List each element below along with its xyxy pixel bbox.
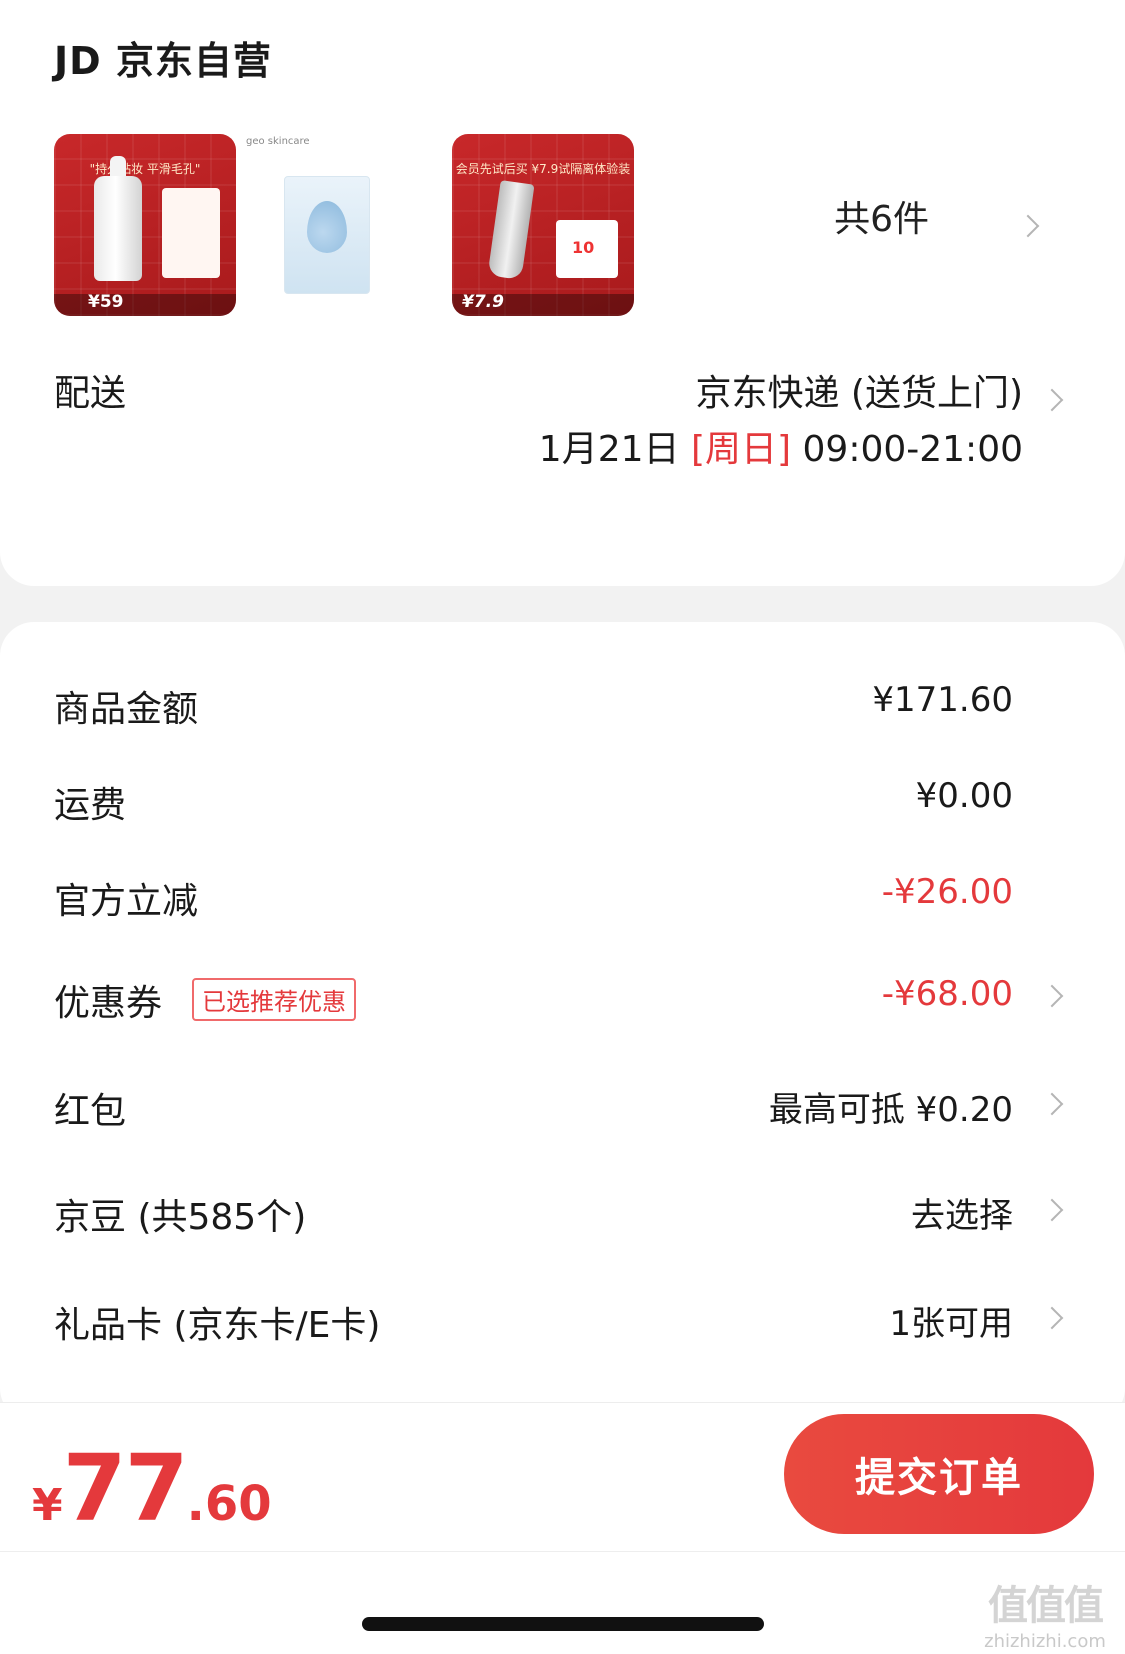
serum-bottle-icon	[94, 176, 142, 281]
summary-label-coupon[interactable]: 优惠券	[54, 974, 162, 1026]
summary-label-official-discount: 官方立减	[54, 881, 199, 922]
thumbnail-headline: 会员先试后买 ¥7.9试隔离体验装	[455, 162, 631, 176]
delivery-schedule[interactable]: 1月21日 [周日] 09:00-21:00	[539, 420, 1023, 472]
order-store-card: JD 京东自营 "持久贴妆 平滑毛孔" ¥59 geo skincare 会员先…	[0, 0, 1125, 586]
delivery-time: 09:00-21:00	[802, 429, 1023, 470]
summary-label-gift-card[interactable]: 礼品卡 (京东卡/E卡)	[54, 1296, 380, 1348]
thumbnail-price: ¥7.9	[462, 292, 504, 312]
checkout-footer: ¥77.60 提交订单 值值值 zhizhizhi.com	[0, 1402, 1125, 1654]
delivery-weekday: [周日]	[690, 429, 792, 470]
chevron-right-icon[interactable]	[1016, 214, 1040, 238]
watermark-text: zhizhizhi.com	[984, 1631, 1106, 1652]
product-info-card	[162, 188, 220, 278]
total-integer: 77	[62, 1435, 189, 1542]
total-currency: ¥	[32, 1480, 63, 1531]
delivery-method[interactable]: 京东快递 (送货上门)	[695, 364, 1023, 416]
coupon-card: 10	[556, 220, 618, 278]
product-thumbnail-3[interactable]: 会员先试后买 ¥7.9试隔离体验装 10 ¥7.9	[452, 134, 634, 316]
delivery-label: 配送	[54, 373, 127, 414]
divider	[0, 1551, 1125, 1552]
summary-value-jd-beans[interactable]: 去选择	[911, 1188, 1013, 1237]
home-indicator[interactable]	[362, 1617, 764, 1631]
mask-sachet-icon	[284, 176, 370, 294]
item-count[interactable]: 共6件	[834, 190, 929, 242]
chevron-right-icon[interactable]	[1040, 388, 1064, 412]
thumbnail-brand: geo skincare	[246, 136, 310, 147]
water-drop-icon	[307, 201, 347, 253]
store-title: JD 京东自营	[54, 39, 272, 83]
summary-value-official-discount: -¥26.00	[881, 872, 1013, 912]
summary-value-shipping: ¥0.00	[915, 776, 1013, 816]
site-watermark: 值值值 zhizhizhi.com	[975, 1573, 1115, 1652]
coupon-recommended-badge: 已选推荐优惠	[192, 978, 356, 1021]
coupon-amount: 10	[572, 238, 595, 257]
summary-value-red-packet[interactable]: 最高可抵 ¥0.20	[769, 1082, 1013, 1131]
order-total: ¥77.60	[32, 1435, 272, 1542]
watermark-logo: 值值值	[988, 1583, 1104, 1629]
summary-value-gift-card[interactable]: 1张可用	[889, 1296, 1013, 1345]
submit-order-button[interactable]: 提交订单	[784, 1414, 1094, 1534]
summary-label-goods-amount: 商品金额	[54, 689, 199, 730]
summary-label-red-packet[interactable]: 红包	[54, 1082, 126, 1134]
summary-value-coupon[interactable]: -¥68.00	[882, 974, 1013, 1014]
product-thumbnail-2[interactable]: geo skincare	[242, 134, 424, 316]
product-thumbnail-1[interactable]: "持久贴妆 平滑毛孔" ¥59	[54, 134, 236, 316]
total-decimal: .60	[186, 1476, 272, 1532]
thumbnail-price: ¥59	[88, 292, 124, 312]
thumbnail-headline: "持久贴妆 平滑毛孔"	[89, 162, 201, 176]
delivery-date: 1月21日	[538, 429, 680, 470]
summary-label-jd-beans[interactable]: 京豆 (共585个)	[54, 1188, 306, 1240]
summary-label-shipping: 运费	[54, 785, 127, 826]
thumbnail-price-strip	[54, 294, 236, 316]
summary-value-goods-amount: ¥171.60	[872, 680, 1013, 720]
